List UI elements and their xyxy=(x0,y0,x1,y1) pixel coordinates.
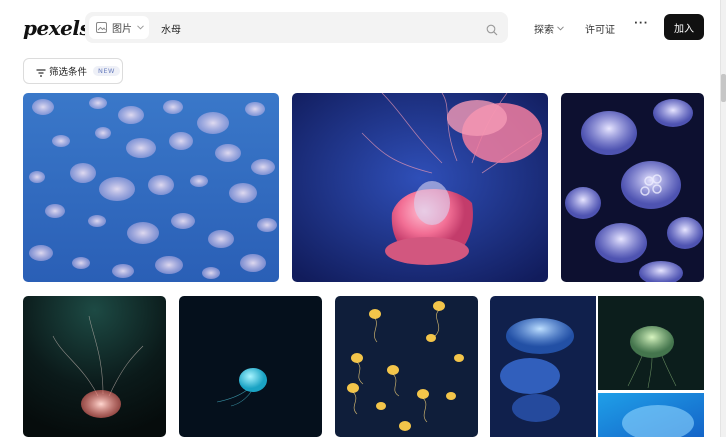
media-type-select[interactable]: 图片 xyxy=(89,16,149,39)
chevron-down-icon xyxy=(557,23,564,34)
join-button[interactable]: 加入 xyxy=(664,14,704,40)
page: pexels 图片 水母 探索 许可证 ··· 加入 筛选条件 NEW xyxy=(0,0,726,437)
scrollbar[interactable] xyxy=(720,0,726,437)
scrollbar-thumb[interactable] xyxy=(721,74,726,102)
chevron-down-icon xyxy=(137,25,144,30)
search-icon[interactable] xyxy=(486,21,498,40)
photo-pink-jellyfish[interactable] xyxy=(292,93,548,282)
image-icon xyxy=(96,22,107,33)
photo-glowing-jellyfish[interactable] xyxy=(23,296,166,437)
filters-button[interactable]: 筛选条件 NEW xyxy=(23,58,123,84)
new-badge: NEW xyxy=(93,66,120,76)
search-input[interactable]: 水母 xyxy=(161,21,181,36)
search-bar[interactable]: 图片 水母 xyxy=(85,12,508,43)
pexels-logo[interactable]: pexels xyxy=(23,16,91,40)
photo-teal-jellyfish[interactable] xyxy=(179,296,322,437)
photo-blue-jellyfish[interactable] xyxy=(490,296,596,437)
more-menu-button[interactable]: ··· xyxy=(634,18,648,29)
photo-moon-jellyfish[interactable] xyxy=(561,93,704,282)
filter-icon xyxy=(36,62,46,81)
photo-yellow-jellyfish[interactable] xyxy=(335,296,478,437)
photo-green-jellyfish[interactable] xyxy=(598,296,704,390)
photo-jellyfish-school[interactable] xyxy=(23,93,279,282)
nav-explore[interactable]: 探索 xyxy=(534,21,564,36)
nav-explore-label: 探索 xyxy=(534,25,554,36)
filters-label: 筛选条件 xyxy=(49,67,88,78)
header: pexels 图片 水母 探索 许可证 ··· 加入 xyxy=(0,0,720,56)
photo-blue-jellyfish-crop[interactable] xyxy=(598,393,704,437)
nav-license[interactable]: 许可证 xyxy=(585,21,615,36)
media-type-label: 图片 xyxy=(112,24,132,35)
